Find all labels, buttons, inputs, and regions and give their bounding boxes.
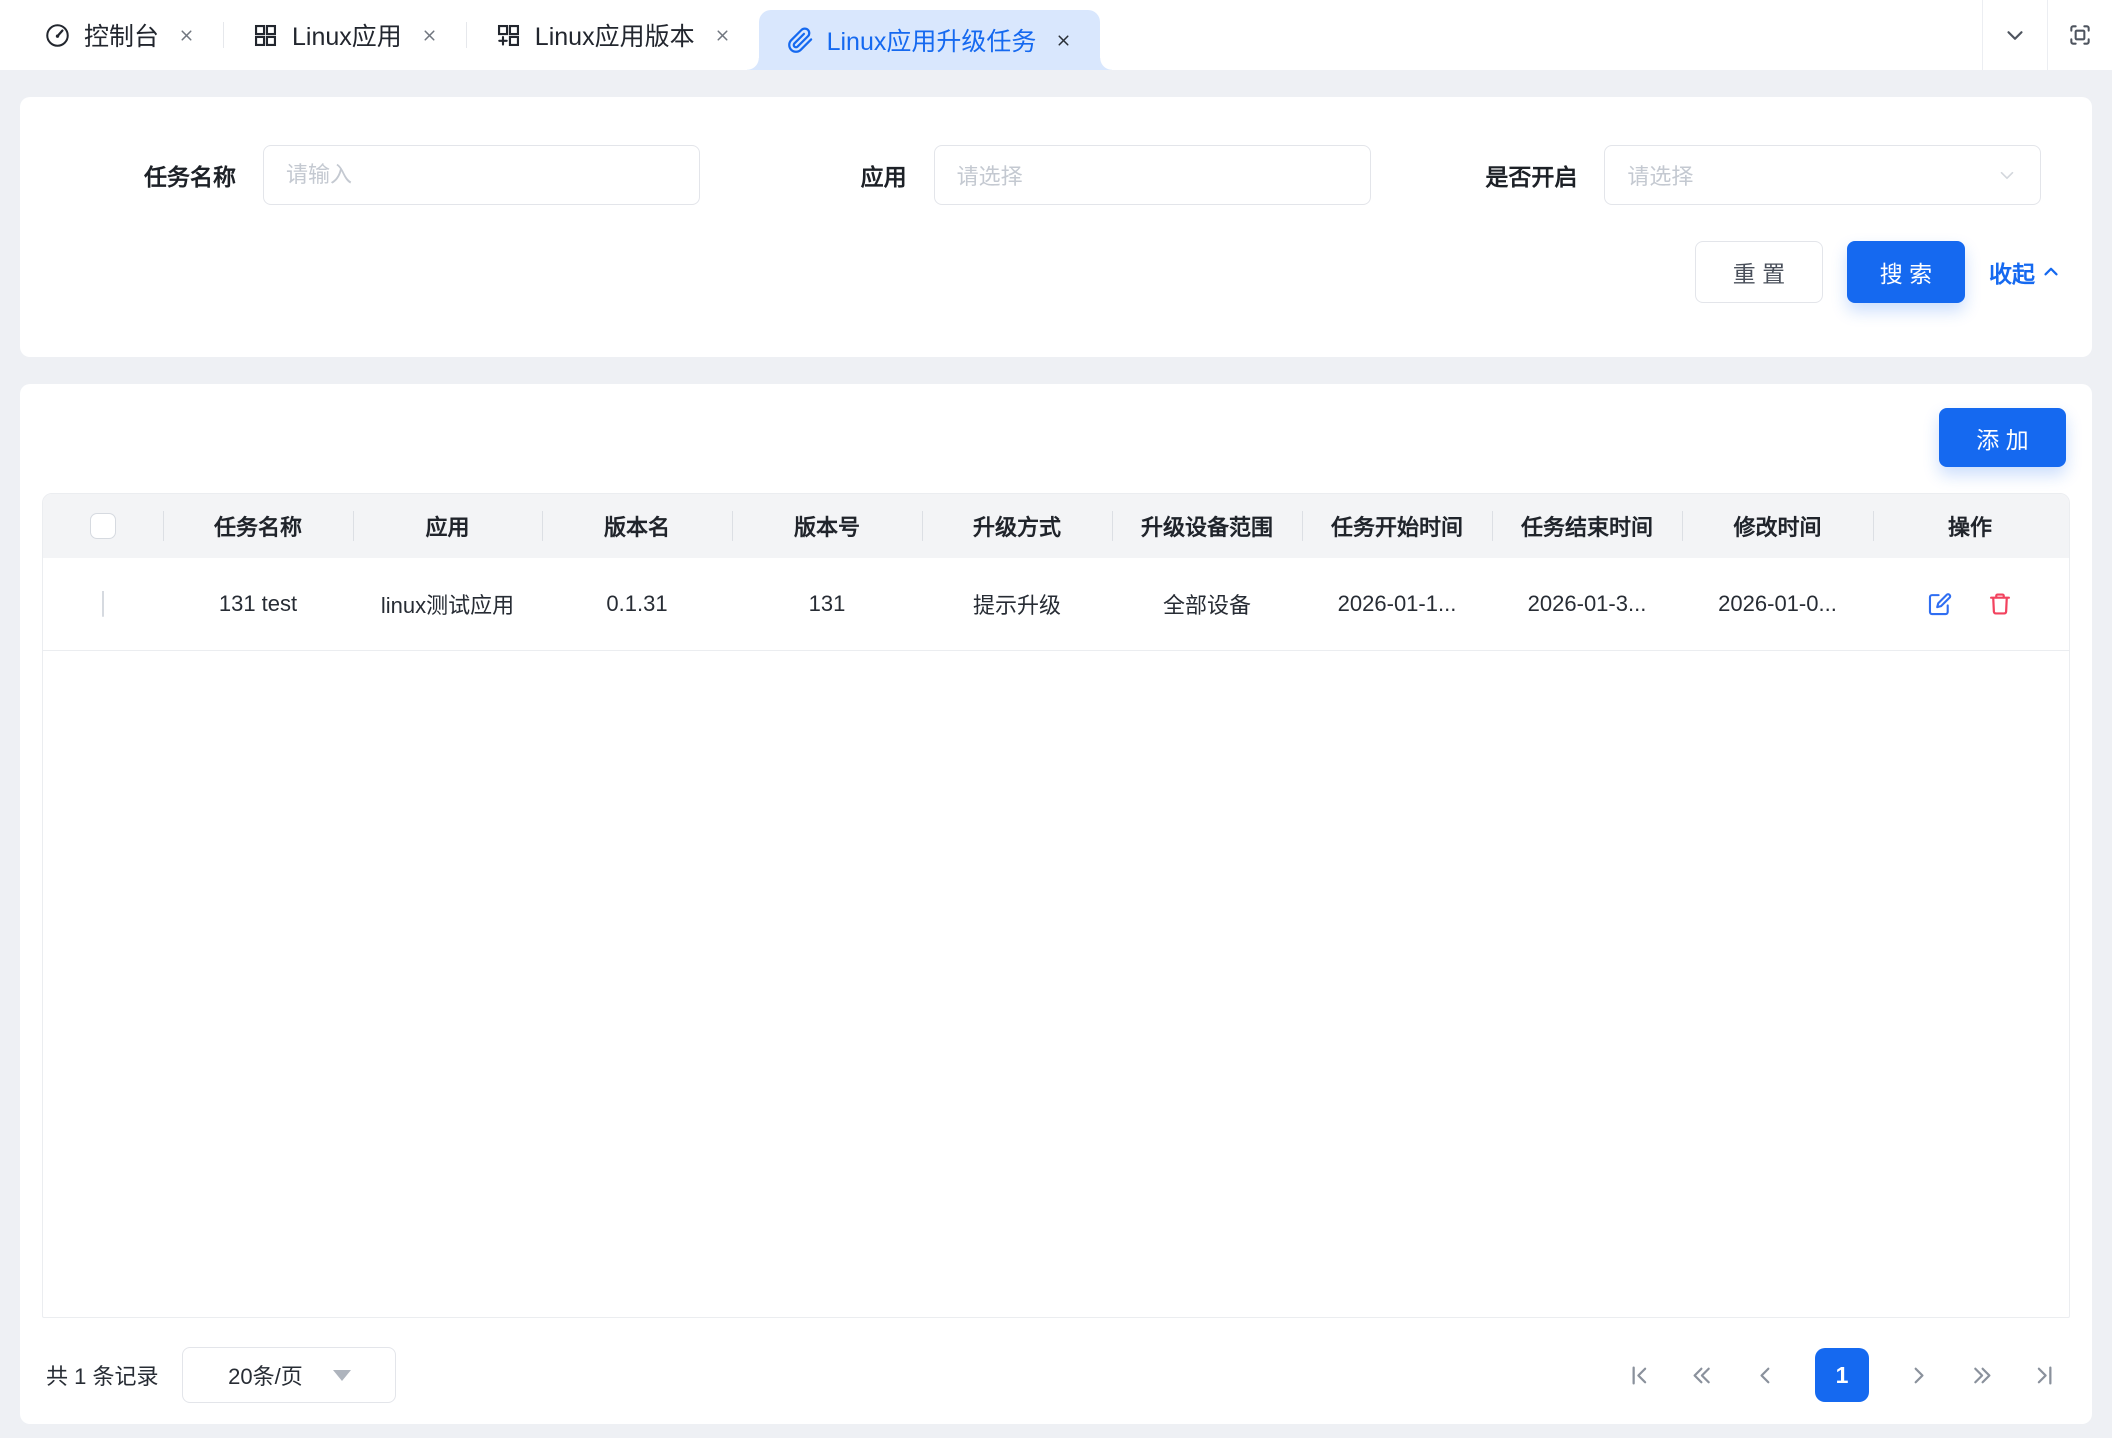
tab-label: Linux应用版本 xyxy=(535,17,695,53)
data-table: 任务名称 应用 版本名 版本号 升级方式 升级设备范围 任务开始时间 任务结束时… xyxy=(42,493,2070,1318)
appstore-icon xyxy=(252,22,279,49)
column-header-version-name: 版本名 xyxy=(542,494,732,558)
close-icon[interactable] xyxy=(714,27,731,44)
pagination: 1 xyxy=(1626,1348,2070,1402)
double-chevron-right-icon xyxy=(1968,1362,1995,1389)
tab-console[interactable]: 控制台 xyxy=(16,0,223,70)
column-header-start-time: 任务开始时间 xyxy=(1302,494,1492,558)
caret-down-icon xyxy=(333,1370,351,1381)
cell-app: linux测试应用 xyxy=(353,588,542,620)
edit-icon xyxy=(1926,590,1954,618)
tab-linux-app[interactable]: Linux应用 xyxy=(224,0,466,70)
last-page-icon xyxy=(2031,1362,2058,1389)
collapse-label: 收起 xyxy=(1989,255,2035,289)
first-page-button[interactable] xyxy=(1626,1362,1653,1389)
table-toolbar: 添 加 xyxy=(42,408,2070,467)
chevron-left-icon xyxy=(1752,1362,1779,1389)
filter-group-enabled: 是否开启 请选择 xyxy=(1391,145,2062,205)
tab-label: Linux应用 xyxy=(292,17,402,53)
close-icon[interactable] xyxy=(421,27,438,44)
select-placeholder: 请选择 xyxy=(1627,159,1996,191)
column-header-end-time: 任务结束时间 xyxy=(1492,494,1682,558)
select-all-checkbox[interactable] xyxy=(90,513,116,539)
filter-actions: 重 置 搜 索 收起 xyxy=(50,241,2062,303)
search-button[interactable]: 搜 索 xyxy=(1847,241,1965,303)
cell-device-scope: 全部设备 xyxy=(1112,588,1302,620)
appstore-add-icon xyxy=(495,22,522,49)
enabled-label: 是否开启 xyxy=(1391,158,1604,192)
page-1-button[interactable]: 1 xyxy=(1815,1348,1869,1402)
page-content: 任务名称 应用 请选择 是否开启 请选择 重 置 搜 xyxy=(0,70,2112,1424)
column-header-version-code: 版本号 xyxy=(732,494,922,558)
column-header-device-scope: 升级设备范围 xyxy=(1112,494,1302,558)
cell-modified-time: 2026-01-0... xyxy=(1682,591,1873,617)
chevron-down-icon xyxy=(2002,22,2028,48)
reset-button[interactable]: 重 置 xyxy=(1695,241,1823,303)
row-checkbox[interactable] xyxy=(102,591,104,617)
fast-prev-button[interactable] xyxy=(1689,1362,1716,1389)
cell-task-name: 131 test xyxy=(163,591,353,617)
chevron-up-icon xyxy=(2040,261,2062,283)
table-header: 任务名称 应用 版本名 版本号 升级方式 升级设备范围 任务开始时间 任务结束时… xyxy=(43,494,2069,558)
next-page-button[interactable] xyxy=(1905,1362,1932,1389)
filter-row: 任务名称 应用 请选择 是否开启 请选择 xyxy=(50,145,2062,205)
enabled-select[interactable]: 请选择 xyxy=(1604,145,2041,205)
app-label: 应用 xyxy=(721,158,934,192)
table-card: 添 加 任务名称 应用 版本名 版本号 升级方式 升级设备范围 任务开始时间 任… xyxy=(20,384,2092,1424)
fast-next-button[interactable] xyxy=(1968,1362,1995,1389)
collapse-link[interactable]: 收起 xyxy=(1989,255,2062,289)
tab-bar: 控制台 Linux应用 xyxy=(0,0,2112,70)
table-footer: 共 1 条记录 20条/页 xyxy=(42,1347,2070,1403)
total-records: 共 1 条记录 xyxy=(42,1359,158,1391)
tabbar-tools xyxy=(1982,0,2112,70)
tab-linux-app-version[interactable]: Linux应用版本 xyxy=(467,0,759,70)
table-row[interactable]: 131 test linux测试应用 0.1.31 131 提示升级 全部设备 … xyxy=(43,558,2069,651)
prev-page-button[interactable] xyxy=(1752,1362,1779,1389)
filter-group-task-name: 任务名称 xyxy=(50,145,721,205)
page-size-value: 20条/页 xyxy=(228,1359,303,1391)
select-all-cell xyxy=(43,494,163,558)
tab-list: 控制台 Linux应用 xyxy=(16,0,1100,70)
column-header-modified-time: 修改时间 xyxy=(1682,494,1873,558)
column-header-task-name: 任务名称 xyxy=(163,494,353,558)
column-header-upgrade-mode: 升级方式 xyxy=(922,494,1112,558)
add-button[interactable]: 添 加 xyxy=(1939,408,2066,467)
row-select-cell xyxy=(43,591,163,617)
filter-card: 任务名称 应用 请选择 是否开启 请选择 重 置 搜 xyxy=(20,97,2092,357)
delete-button[interactable] xyxy=(1986,590,2014,618)
dashboard-icon xyxy=(44,22,71,49)
column-header-actions: 操作 xyxy=(1873,494,2067,558)
first-page-icon xyxy=(1626,1362,1653,1389)
double-chevron-left-icon xyxy=(1689,1362,1716,1389)
cell-actions xyxy=(1873,590,2067,618)
cell-end-time: 2026-01-3... xyxy=(1492,591,1682,617)
edit-button[interactable] xyxy=(1926,590,1954,618)
fullscreen-button[interactable] xyxy=(2048,0,2112,70)
close-icon[interactable] xyxy=(1055,32,1072,49)
task-name-label: 任务名称 xyxy=(50,158,263,192)
close-icon[interactable] xyxy=(178,27,195,44)
filter-group-app: 应用 请选择 xyxy=(721,145,1392,205)
chevron-down-icon xyxy=(1996,164,2018,186)
trash-icon xyxy=(1986,590,2014,618)
column-header-app: 应用 xyxy=(353,494,542,558)
cell-start-time: 2026-01-1... xyxy=(1302,591,1492,617)
task-name-input[interactable] xyxy=(263,145,700,205)
chevron-right-icon xyxy=(1905,1362,1932,1389)
page-size-select[interactable]: 20条/页 xyxy=(182,1347,396,1403)
cell-upgrade-mode: 提示升级 xyxy=(922,588,1112,620)
tab-label: 控制台 xyxy=(84,17,159,53)
cell-version-code: 131 xyxy=(732,591,922,617)
tab-label: Linux应用升级任务 xyxy=(827,22,1037,58)
cell-version-name: 0.1.31 xyxy=(542,591,732,617)
tabs-dropdown-button[interactable] xyxy=(1983,0,2047,70)
fullscreen-icon xyxy=(2067,22,2093,48)
select-placeholder: 请选择 xyxy=(957,159,1348,191)
tab-linux-upgrade-task[interactable]: Linux应用升级任务 xyxy=(759,10,1101,70)
app-select[interactable]: 请选择 xyxy=(934,145,1371,205)
last-page-button[interactable] xyxy=(2031,1362,2058,1389)
paperclip-icon xyxy=(787,27,814,54)
